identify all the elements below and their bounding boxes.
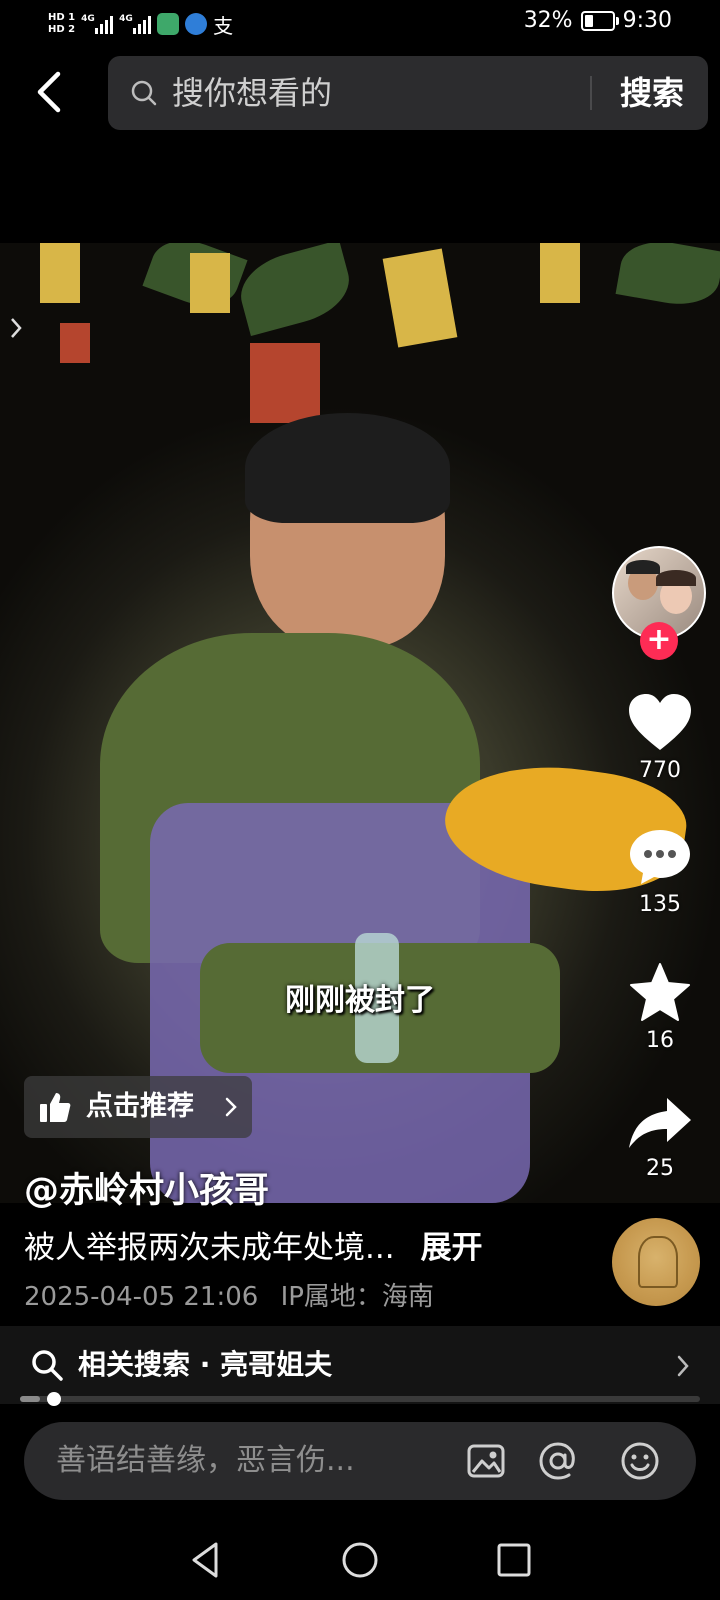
related-search-bar[interactable]: 相关搜索 · 亮哥姐夫 [0, 1326, 720, 1404]
progress-handle[interactable] [47, 1392, 61, 1406]
app-notification-icon [157, 13, 180, 35]
net-label-1: 4G [81, 14, 95, 24]
side-panel-chevron-icon[interactable] [8, 313, 26, 343]
post-date: 2025-04-05 21:06 [24, 1282, 259, 1312]
comment-count: 135 [639, 892, 681, 917]
status-right: 32% 9:30 [524, 8, 672, 33]
battery-percent: 32% [523, 8, 573, 33]
top-nav: 搜你想看的 搜索 [0, 46, 720, 146]
net-label-2: 4G [119, 14, 133, 24]
recommend-button[interactable]: 点击推荐 [24, 1076, 252, 1138]
favorite-button[interactable]: 16 [610, 962, 710, 1053]
smiley-icon[interactable] [620, 1441, 660, 1481]
browser-notification-icon [185, 13, 208, 35]
ip-location: IP属地：海南 [280, 1282, 434, 1312]
favorite-count: 16 [646, 1028, 674, 1053]
search-icon [32, 1350, 63, 1381]
search-button[interactable]: 搜索 [620, 56, 684, 130]
at-sign-icon[interactable] [538, 1441, 578, 1481]
heart-icon [629, 694, 691, 750]
like-button[interactable]: 770 [610, 692, 710, 783]
video-progress-bar[interactable] [20, 1392, 700, 1406]
status-bar: HD 1 HD 2 4G 4G 支 32% 9:30 [0, 0, 720, 46]
author-avatar[interactable]: + [612, 546, 706, 660]
image-icon[interactable] [466, 1441, 506, 1481]
description-text: 被人举报两次未成年处境... [24, 1230, 395, 1266]
chevron-left-icon [37, 71, 61, 113]
triangle-back-icon[interactable] [186, 1540, 226, 1580]
post-description: 被人举报两次未成年处境... 展开 [24, 1222, 483, 1267]
search-divider [590, 76, 592, 110]
share-arrow-icon [629, 1098, 691, 1148]
battery-icon [580, 10, 619, 31]
alipay-icon: 支 [213, 13, 234, 38]
search-input[interactable]: 搜你想看的 搜索 [108, 56, 708, 130]
comment-bubble-icon [630, 830, 690, 884]
status-left: HD 1 HD 2 4G 4G 支 [48, 6, 233, 42]
share-count: 25 [646, 1156, 674, 1181]
comment-placeholder: 善语结善缘，恶言伤... [56, 1443, 355, 1478]
hd1-label: HD 1 [48, 12, 76, 23]
back-button[interactable] [28, 66, 72, 118]
emblem-icon [638, 1236, 678, 1288]
search-placeholder: 搜你想看的 [172, 74, 333, 112]
clock: 9:30 [622, 8, 672, 33]
comment-button[interactable]: 135 [610, 826, 710, 917]
chevron-right-icon [225, 1097, 237, 1117]
progress-fill [20, 1396, 40, 1402]
search-icon [131, 80, 157, 106]
signal-icon-sim2: 4G [119, 14, 152, 34]
music-disc[interactable] [612, 1218, 700, 1306]
follow-button[interactable]: + [640, 622, 678, 660]
system-nav-bar [0, 1520, 720, 1600]
hd2-label: HD 2 [48, 24, 76, 35]
signal-icon-sim1: 4G [81, 14, 114, 34]
circle-home-icon[interactable] [340, 1540, 380, 1580]
like-count: 770 [639, 758, 681, 783]
post-meta: 2025-04-05 21:06 IP属地：海南 [24, 1276, 434, 1313]
comment-input[interactable]: 善语结善缘，恶言伤... [24, 1422, 696, 1500]
expand-button[interactable]: 展开 [421, 1230, 483, 1266]
thumbs-up-icon [40, 1093, 71, 1122]
star-icon [630, 963, 690, 1021]
recommend-label: 点击推荐 [86, 1091, 194, 1122]
chevron-right-icon [677, 1355, 689, 1377]
author-name[interactable]: @赤岭村小孩哥 [24, 1162, 269, 1213]
square-recent-icon[interactable] [494, 1540, 534, 1580]
hd-indicator: HD 1 HD 2 [48, 12, 75, 36]
related-search-label: 相关搜索 · 亮哥姐夫 [78, 1348, 333, 1381]
share-button[interactable]: 25 [610, 1096, 710, 1181]
